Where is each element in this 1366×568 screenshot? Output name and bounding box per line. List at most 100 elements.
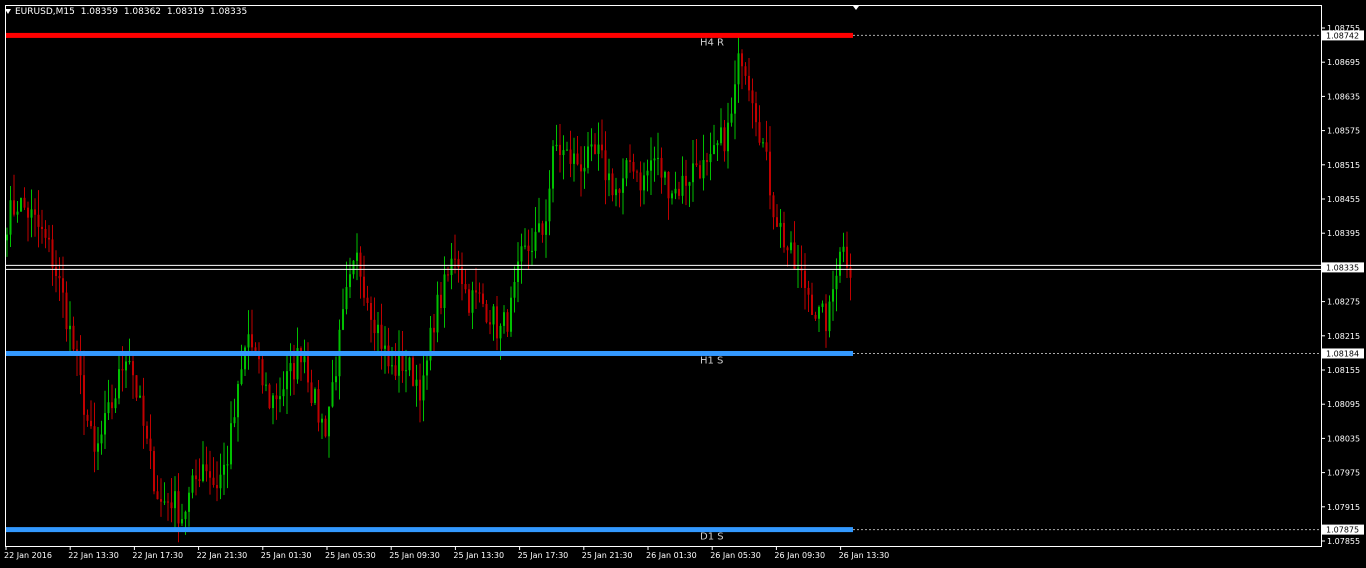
- candle-body: [30, 209, 33, 218]
- candle-body: [419, 379, 421, 401]
- candle-body: [685, 175, 687, 186]
- candle-body: [282, 389, 285, 397]
- candle-body: [275, 395, 278, 400]
- level-label: H1 S: [700, 355, 723, 366]
- candle-body: [48, 237, 50, 240]
- candle-body: [212, 477, 215, 485]
- candle-body: [114, 398, 117, 409]
- candle-body: [695, 163, 698, 166]
- y-tick-label: 1.07975: [1327, 469, 1360, 478]
- x-tick-label: 22 Jan 21:30: [197, 551, 248, 560]
- candle-body: [643, 175, 645, 191]
- candle-body: [772, 195, 775, 218]
- candle-body: [531, 250, 533, 252]
- x-tick-label: 26 Jan 09:30: [774, 551, 825, 560]
- chart-window[interactable]: EURUSD,M15 1.08359 1.08362 1.08319 1.083…: [0, 0, 1366, 568]
- x-tick-label: 22 Jan 13:30: [68, 551, 119, 560]
- candle-body: [573, 153, 575, 164]
- level-line[interactable]: [6, 350, 853, 356]
- candle-body: [408, 357, 411, 371]
- candle-body: [377, 324, 379, 334]
- candle-body: [604, 150, 607, 181]
- candle-body: [653, 158, 656, 161]
- candle-body: [286, 371, 288, 390]
- candle-body: [450, 258, 453, 276]
- candle-body: [240, 369, 243, 385]
- y-tick-label: 1.08455: [1327, 195, 1360, 204]
- y-tick-label: 1.07915: [1327, 503, 1360, 512]
- candle-body: [324, 418, 327, 437]
- candle-body: [828, 301, 831, 332]
- candle-body: [230, 423, 232, 465]
- candle-body: [261, 359, 264, 386]
- candle-body: [83, 375, 85, 415]
- candle-body: [265, 384, 267, 386]
- candle-body: [517, 261, 519, 283]
- candle-body: [184, 511, 187, 520]
- chart-shift-marker-icon[interactable]: [853, 6, 859, 10]
- candle-body: [562, 150, 565, 155]
- candle-body: [510, 297, 512, 332]
- candle-body: [842, 246, 845, 252]
- level-price-label: 1.08184: [1326, 349, 1359, 358]
- candle-body: [454, 258, 456, 260]
- candle-body: [352, 260, 355, 275]
- price-chart[interactable]: 1.087551.086951.086351.085751.085151.084…: [0, 0, 1366, 568]
- candle-body: [342, 309, 344, 330]
- candle-body: [223, 464, 225, 475]
- candle-body: [632, 161, 635, 172]
- candle-body: [825, 303, 827, 332]
- candle-body: [569, 149, 572, 164]
- candle-body: [93, 426, 96, 452]
- y-tick-label: 1.08155: [1327, 366, 1360, 375]
- candle-body: [153, 451, 155, 492]
- candle-body: [489, 322, 491, 325]
- candle-body: [349, 274, 351, 288]
- y-tick-label: 1.08575: [1327, 127, 1360, 136]
- candle-body: [657, 157, 659, 159]
- candle-body: [177, 491, 180, 524]
- candle-body: [111, 402, 113, 409]
- candle-body: [667, 171, 670, 199]
- candle-body: [499, 325, 502, 339]
- candle-body: [545, 221, 547, 235]
- level-line[interactable]: [6, 32, 853, 38]
- candle-body: [748, 75, 750, 91]
- candle-body: [317, 389, 320, 423]
- candle-body: [44, 229, 47, 238]
- level-line[interactable]: [6, 527, 853, 533]
- candle-body: [107, 402, 110, 414]
- candle-body: [310, 382, 313, 403]
- candle-body: [597, 144, 600, 154]
- x-tick-label: 22 Jan 17:30: [132, 551, 183, 560]
- candle-body: [37, 214, 40, 227]
- candle-body: [415, 379, 418, 386]
- candle-body: [373, 319, 376, 334]
- candle-body: [457, 258, 460, 268]
- candle-body: [611, 173, 614, 196]
- candle-body: [552, 146, 554, 189]
- candle-body: [744, 66, 747, 76]
- candle-body: [394, 365, 397, 376]
- candle-body: [478, 292, 481, 294]
- candle-body: [6, 234, 8, 241]
- candle-body: [471, 290, 474, 313]
- candle-body: [72, 325, 75, 350]
- candle-body: [23, 197, 26, 208]
- candle-body: [139, 395, 141, 398]
- candle-body: [226, 464, 229, 466]
- x-tick-label: 26 Jan 01:30: [646, 551, 697, 560]
- candle-body: [475, 290, 477, 293]
- candle-body: [181, 519, 183, 524]
- candle-body: [118, 369, 120, 399]
- candle-body: [198, 479, 201, 482]
- candle-body: [636, 171, 638, 173]
- candle-body: [422, 375, 425, 401]
- candle-body: [503, 312, 505, 326]
- candle-body: [629, 160, 631, 162]
- candle-body: [779, 222, 782, 227]
- candle-body: [692, 163, 694, 183]
- candle-body: [702, 160, 705, 179]
- candle-body: [734, 84, 736, 114]
- candle-body: [20, 197, 22, 212]
